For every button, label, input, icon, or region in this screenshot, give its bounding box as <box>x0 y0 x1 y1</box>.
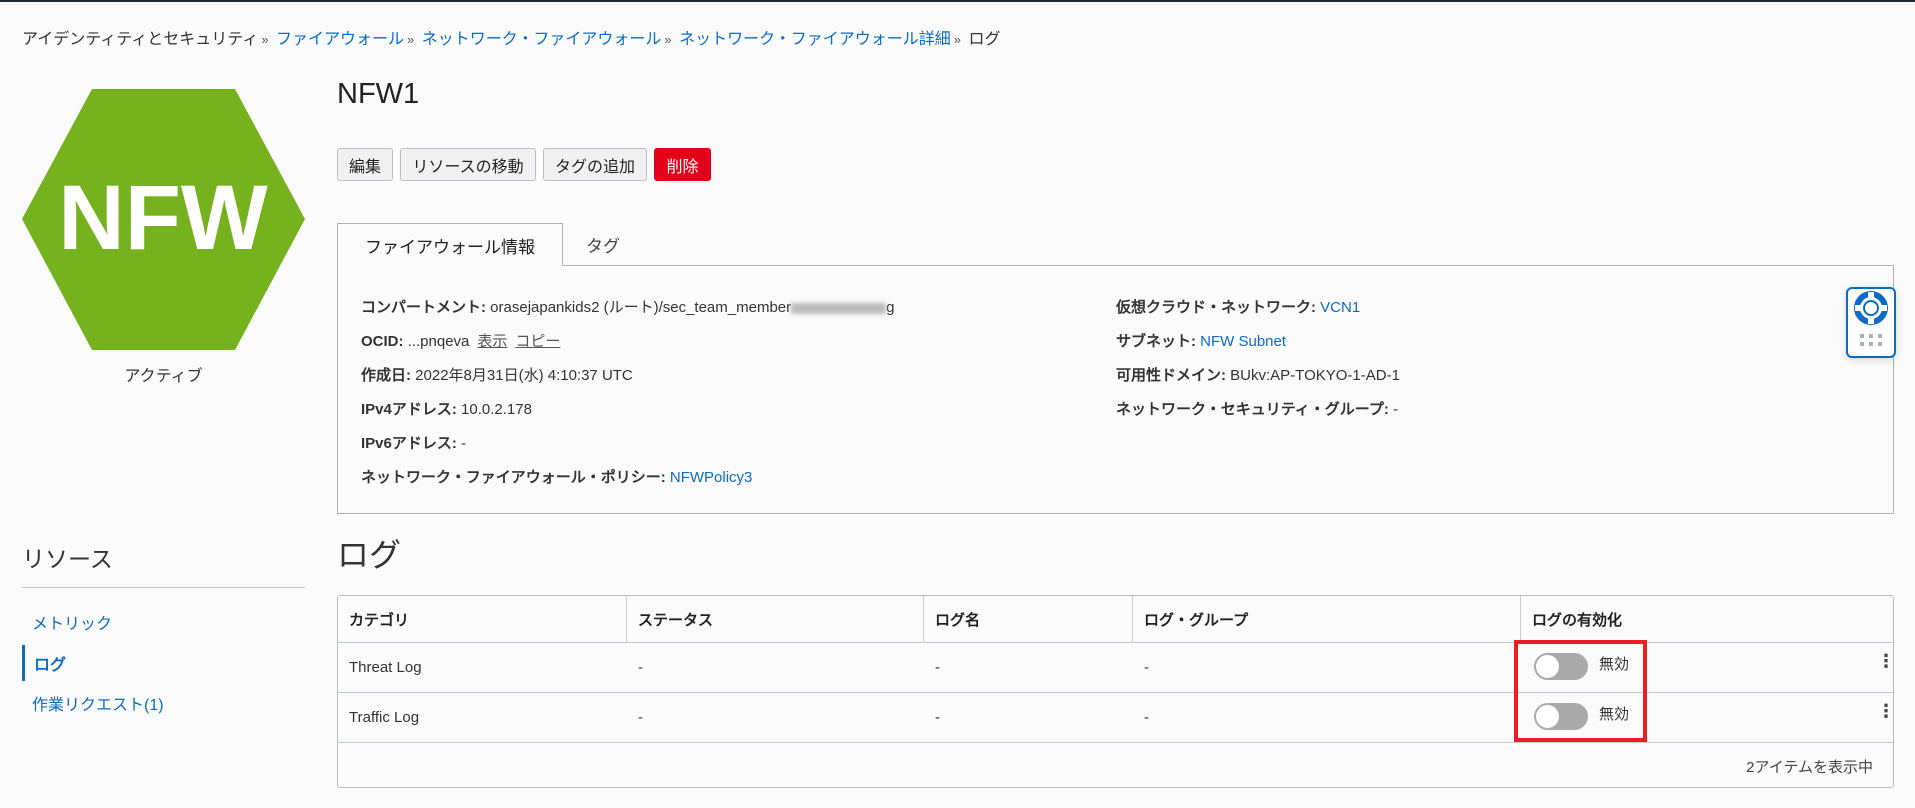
field-label: サブネット: <box>1116 333 1196 350</box>
edit-button[interactable]: 編集 <box>337 148 393 181</box>
tab-tags[interactable]: タグ <box>570 223 636 266</box>
redacted-text <box>791 302 887 314</box>
logs-heading: ログ <box>337 537 402 573</box>
resources-heading: リソース <box>22 546 113 572</box>
breadcrumb-link-firewall[interactable]: ファイアウォール <box>276 31 404 48</box>
compartment-row: コンパートメント: orasejapankids2 (ルート)/sec_team… <box>361 296 894 317</box>
cell-log-name: - <box>935 658 940 676</box>
field-label: 可用性ドメイン: <box>1116 367 1226 384</box>
cell-category: Threat Log <box>349 658 422 676</box>
ocid-row: OCID: ...pnqeva 表示 コピー <box>361 330 560 351</box>
nfw-logo-icon: NFW <box>22 89 305 350</box>
created-row: 作成日: 2022年8月31日(水) 4:10:37 UTC <box>361 364 633 385</box>
highlight-box <box>1514 640 1647 742</box>
breadcrumb-link-network-firewall[interactable]: ネットワーク・ファイアウォール <box>422 31 662 48</box>
row-actions-menu-icon[interactable]: ⋮ <box>1877 702 1895 720</box>
field-label: ネットワーク・セキュリティ・グループ: <box>1116 401 1389 418</box>
nsg-row: ネットワーク・セキュリティ・グループ: - <box>1116 398 1398 419</box>
delete-button[interactable]: 削除 <box>654 148 711 181</box>
breadcrumb-separator: » <box>261 32 269 47</box>
policy-row: ネットワーク・ファイアウォール・ポリシー: NFWPolicy3 <box>361 466 752 487</box>
firewall-info-panel: コンパートメント: orasejapankids2 (ルート)/sec_team… <box>337 265 1894 514</box>
breadcrumb-item: アイデンティティとセキュリティ <box>22 31 259 48</box>
breadcrumb: アイデンティティとセキュリティ» ファイアウォール» ネットワーク・ファイアウォ… <box>22 25 1000 49</box>
ocid-value: ...pnqeva <box>407 333 470 350</box>
compartment-tail: g <box>886 299 895 316</box>
column-header-status: ステータス <box>627 596 924 642</box>
logo-text: NFW <box>58 167 268 269</box>
lifecycle-status: アクティブ <box>124 368 203 385</box>
logs-table: カテゴリ ステータス ログ名 ログ・グループ ログの有効化 Threat Log… <box>337 595 1895 788</box>
ipv6-row: IPv6アドレス: - <box>361 432 466 453</box>
policy-link[interactable]: NFWPolicy3 <box>670 469 753 486</box>
ipv6-value: - <box>461 435 467 452</box>
nsg-value: - <box>1393 401 1399 418</box>
ipv4-value: 10.0.2.178 <box>461 401 532 418</box>
divider <box>338 692 1893 693</box>
sidebar-item-logs[interactable]: ログ <box>22 645 66 681</box>
cell-status: - <box>638 658 643 676</box>
divider <box>22 587 305 588</box>
help-widget-button[interactable] <box>1846 287 1896 358</box>
item-count: 2アイテムを表示中 <box>1746 759 1873 776</box>
cell-category: Traffic Log <box>349 708 420 726</box>
field-label: OCID: <box>361 333 404 350</box>
column-header-enable-log: ログの有効化 <box>1532 611 1623 629</box>
ipv4-row: IPv4アドレス: 10.0.2.178 <box>361 398 532 419</box>
cell-log-group: - <box>1144 708 1149 726</box>
subnet-link[interactable]: NFW Subnet <box>1200 333 1286 350</box>
field-label: コンパートメント: <box>361 299 486 316</box>
cell-log-group: - <box>1144 658 1149 676</box>
subnet-row: サブネット: NFW Subnet <box>1116 330 1286 351</box>
cell-status: - <box>638 708 643 726</box>
field-label: 作成日: <box>361 367 411 384</box>
divider <box>338 642 1893 643</box>
tab-firewall-info[interactable]: ファイアウォール情報 <box>337 223 563 266</box>
breadcrumb-separator: » <box>953 32 962 47</box>
column-header-log-group: ログ・グループ <box>1133 596 1521 642</box>
ad-value: BUkv:AP-TOKYO-1-AD-1 <box>1230 367 1400 384</box>
breadcrumb-separator: » <box>407 32 415 47</box>
ad-row: 可用性ドメイン: BUkv:AP-TOKYO-1-AD-1 <box>1116 364 1400 385</box>
page-title: NFW1 <box>337 78 420 110</box>
row-actions-menu-icon[interactable]: ⋮ <box>1877 652 1895 670</box>
sidebar-item-work-requests[interactable]: 作業リクエスト(1) <box>22 685 164 721</box>
breadcrumb-link-network-firewall-details[interactable]: ネットワーク・ファイアウォール詳細 <box>679 31 951 48</box>
ocid-copy-link[interactable]: コピー <box>515 333 560 350</box>
move-resource-button[interactable]: リソースの移動 <box>400 148 536 181</box>
breadcrumb-current: ログ <box>968 31 1001 48</box>
column-header-log-name: ログ名 <box>924 596 1133 642</box>
vcn-link[interactable]: VCN1 <box>1320 299 1360 316</box>
divider <box>338 742 1893 743</box>
field-label: IPv6アドレス: <box>361 435 457 452</box>
top-bar <box>0 0 1915 2</box>
breadcrumb-separator: » <box>664 32 672 47</box>
created-value: 2022年8月31日(水) 4:10:37 UTC <box>415 367 633 384</box>
column-header-category: カテゴリ <box>338 596 627 642</box>
field-label: 仮想クラウド・ネットワーク: <box>1116 299 1316 316</box>
sidebar-item-metrics[interactable]: メトリック <box>22 604 112 640</box>
add-tags-button[interactable]: タグの追加 <box>543 148 647 181</box>
ocid-show-link[interactable]: 表示 <box>477 333 507 350</box>
lifebuoy-icon <box>1854 291 1888 346</box>
compartment-value: orasejapankids2 (ルート)/sec_team_member <box>490 299 792 316</box>
field-label: IPv4アドレス: <box>361 401 457 418</box>
field-label: ネットワーク・ファイアウォール・ポリシー: <box>361 469 666 486</box>
vcn-row: 仮想クラウド・ネットワーク: VCN1 <box>1116 296 1360 317</box>
cell-log-name: - <box>935 708 940 726</box>
